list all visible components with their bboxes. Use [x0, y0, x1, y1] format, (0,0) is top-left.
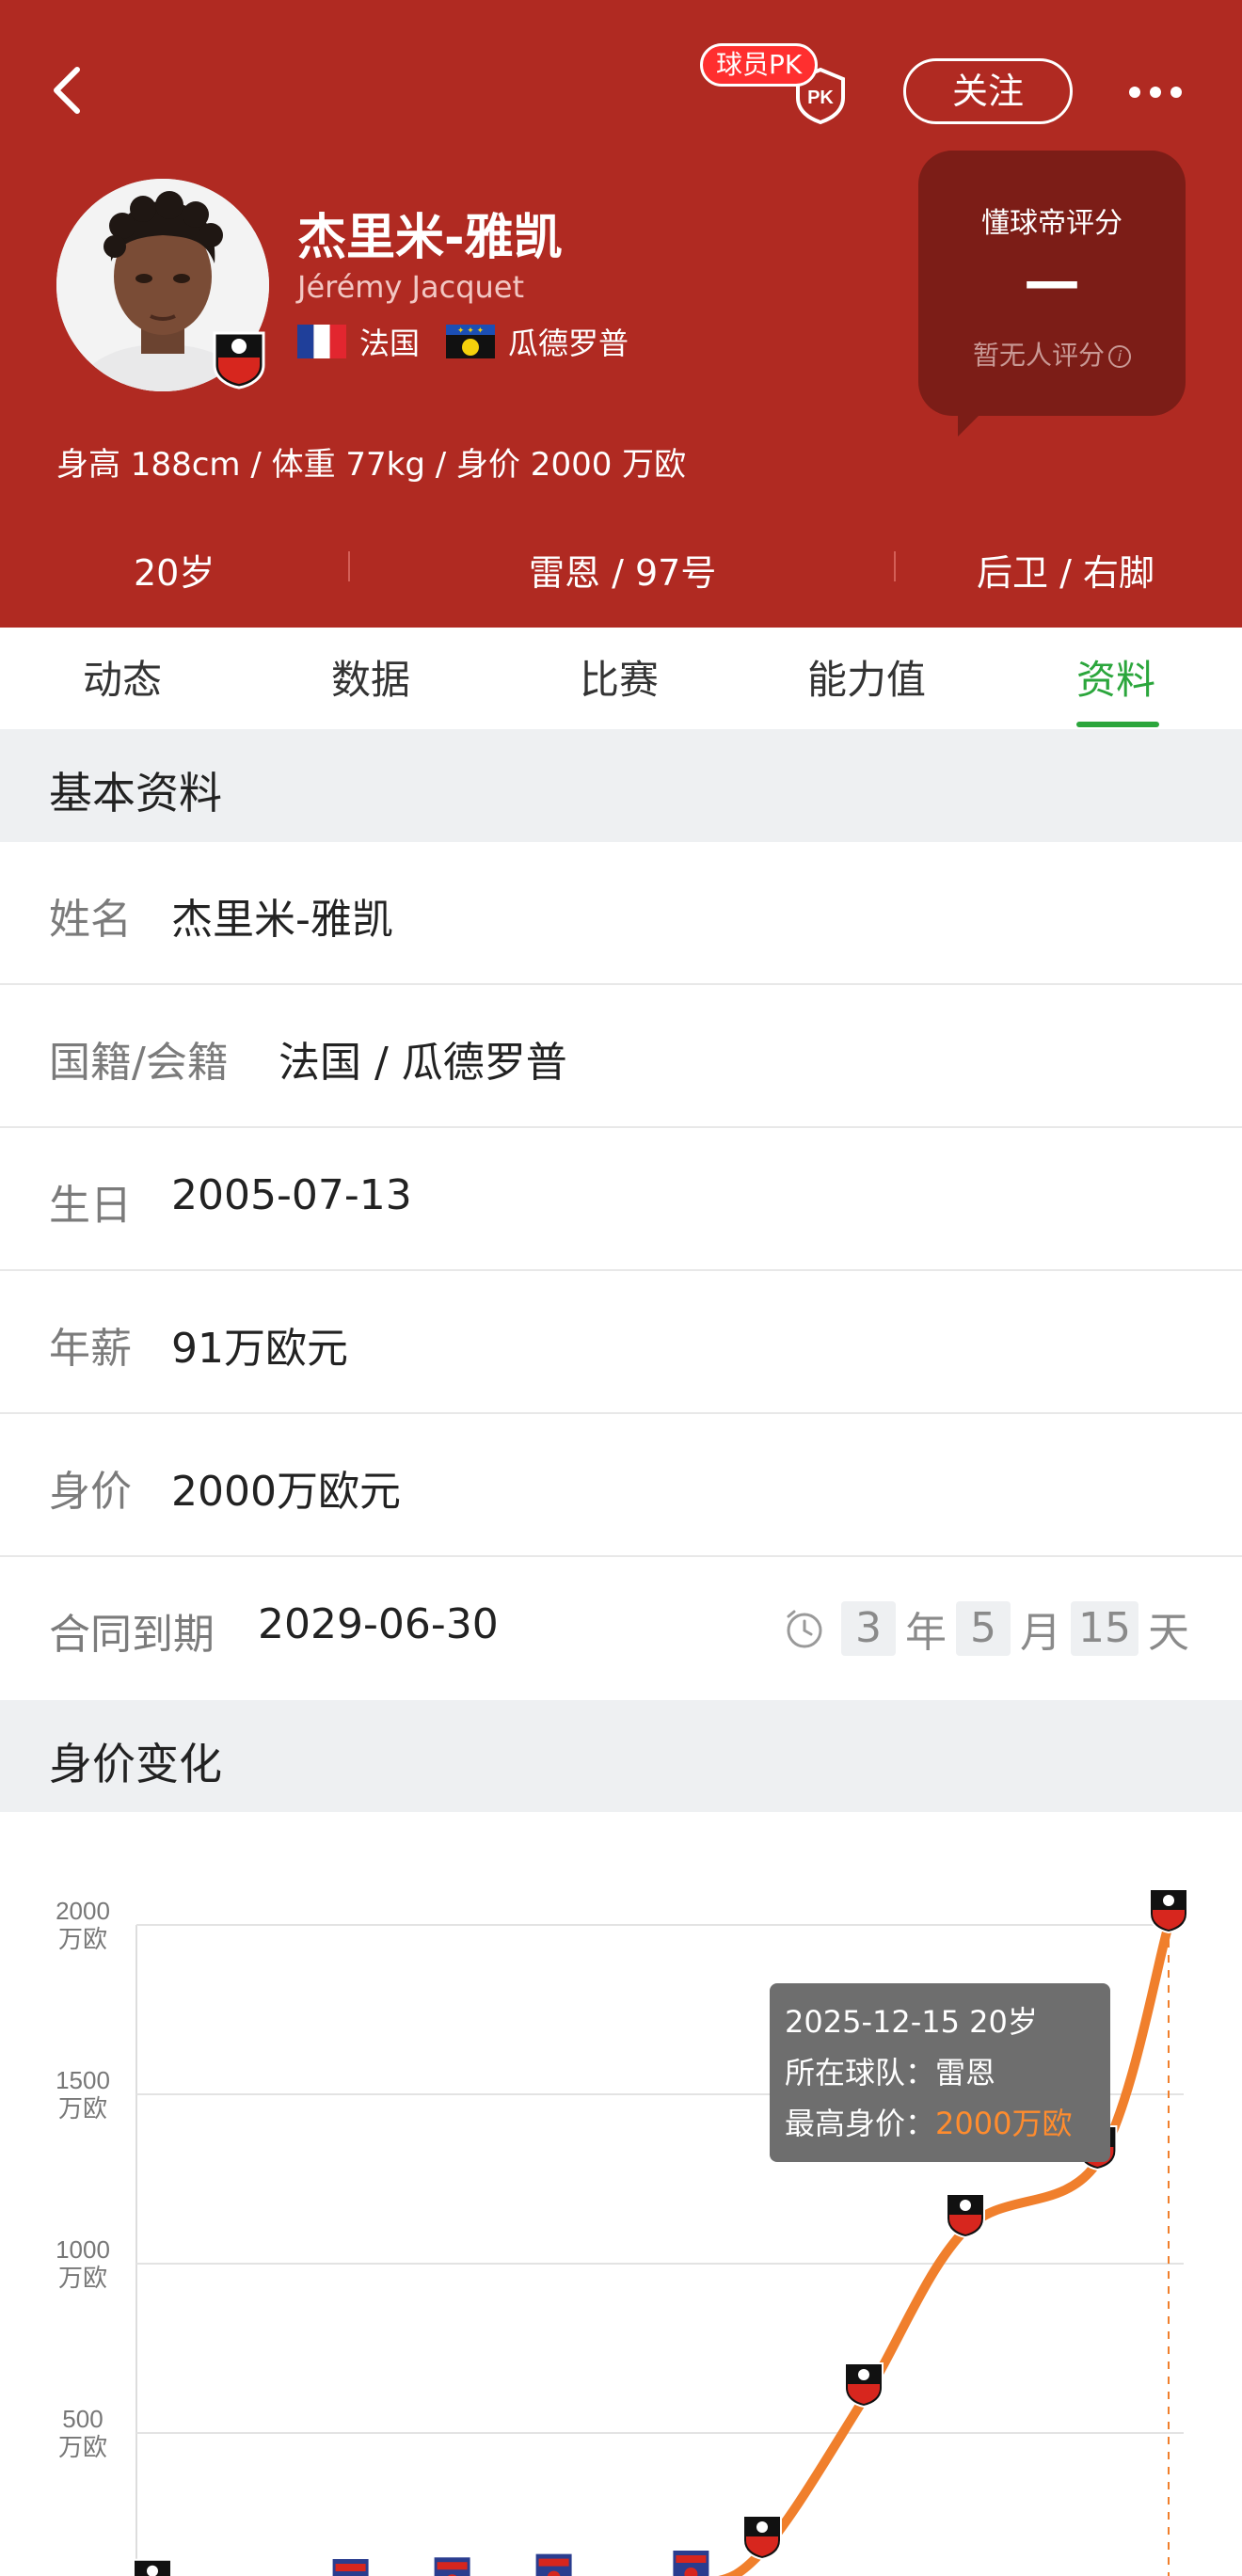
- rennes-badge-point-icon[interactable]: [1149, 1888, 1188, 1934]
- row-label: 姓名: [49, 896, 132, 944]
- info-row-market-value: 身价 2000万欧元: [0, 1414, 1242, 1557]
- tooltip-max-value: 最高身价：2000万欧: [785, 2098, 1095, 2149]
- countdown-days: 15: [1071, 1601, 1138, 1656]
- pk-shield-text: PK: [807, 87, 834, 108]
- y-tick-label: 1500: [56, 2066, 110, 2094]
- row-label: 合同到期: [49, 1611, 215, 1659]
- clermont-badge-point-icon[interactable]: [330, 2557, 371, 2576]
- y-tick-label: 2000: [56, 1897, 110, 1925]
- section-title: 基本资料: [49, 768, 222, 819]
- y-tick-unit: 万欧: [58, 2095, 107, 2123]
- rating-title: 懂球帝评分: [981, 207, 1123, 240]
- row-value: 杰里米-雅凯: [171, 896, 393, 944]
- tab-bar: 动态 数据 比赛 能力值 资料: [0, 628, 1242, 729]
- info-icon: i: [1108, 345, 1131, 368]
- info-row-nationality: 国籍/会籍 法国 / 瓜德罗普: [0, 985, 1242, 1128]
- y-tick-label: 1000: [56, 2235, 110, 2264]
- tab-ability[interactable]: 能力值: [807, 648, 926, 706]
- rennes-badge-point-icon[interactable]: [844, 2362, 884, 2409]
- row-value: 2029-06-30: [258, 1600, 499, 1648]
- tab-matches[interactable]: 比赛: [580, 648, 659, 706]
- tooltip-date-age: 2025-12-15 20岁: [785, 2004, 1038, 2040]
- row-value: 法国 / 瓜德罗普: [279, 1039, 567, 1087]
- tooltip-team: 所在球队：雷恩: [785, 2047, 1095, 2098]
- active-tab-indicator: [1076, 722, 1159, 727]
- countdown-days-unit: 天: [1148, 1609, 1189, 1657]
- player-name-en: Jérémy Jacquet: [297, 269, 525, 305]
- market-value-chart[interactable]: 2000 万欧 1500 万欧 1000 万欧 500 万欧: [0, 1812, 1242, 2576]
- info-row-salary: 年薪 91万欧元: [0, 1271, 1242, 1414]
- info-row-name: 姓名 杰里米-雅凯: [0, 842, 1242, 985]
- clermont-badge-point-icon[interactable]: [533, 2552, 574, 2576]
- rating-card-pointer: [958, 414, 980, 437]
- tab-profile[interactable]: 资料: [1076, 648, 1155, 706]
- basic-info-header: 基本资料: [0, 729, 1242, 842]
- clermont-badge-point-icon[interactable]: [432, 2555, 472, 2576]
- tab-feed[interactable]: 动态: [83, 648, 162, 706]
- rating-value: —: [1024, 248, 1080, 314]
- rating-card[interactable]: 懂球帝评分 — 暂无人评分 i: [918, 151, 1186, 416]
- tooltip-max-value-number: 2000万欧: [935, 2106, 1073, 2141]
- france-flag-icon: [297, 325, 346, 358]
- alarm-clock-icon: [787, 1610, 822, 1648]
- player-pk-button[interactable]: PK 球员PK: [696, 40, 847, 124]
- more-options-icon[interactable]: [1125, 75, 1186, 109]
- body-info: 身高 188cm / 体重 77kg / 身价 2000 万欧: [56, 446, 687, 484]
- back-arrow-icon[interactable]: [43, 56, 100, 122]
- row-label: 国籍/会籍: [49, 1039, 229, 1087]
- tooltip-team-value: 雷恩: [935, 2055, 996, 2091]
- chart-tooltip: 2025-12-15 20岁 所在球队：雷恩 最高身价：2000万欧: [770, 1983, 1110, 2162]
- tab-data[interactable]: 数据: [331, 648, 410, 706]
- tooltip-max-label: 最高身价：: [785, 2106, 936, 2141]
- countdown-months: 5: [956, 1601, 1011, 1656]
- contract-countdown: 3 年 5 月 15 天: [783, 1600, 1189, 1657]
- y-tick-unit: 万欧: [58, 2434, 107, 2462]
- y-tick-label: 500: [62, 2405, 103, 2433]
- row-label: 年薪: [49, 1325, 132, 1373]
- countdown-months-unit: 月: [1020, 1609, 1061, 1657]
- info-row-birthday: 生日 2005-07-13: [0, 1128, 1242, 1271]
- clermont-badge-point-icon[interactable]: [671, 2549, 711, 2576]
- row-label: 身价: [49, 1468, 132, 1516]
- nationality-1: 法国: [359, 326, 421, 361]
- stat-age: 20岁: [134, 552, 215, 594]
- rennes-badge-point-icon[interactable]: [946, 2193, 985, 2239]
- row-value: 2005-07-13: [171, 1171, 412, 1219]
- tooltip-team-label: 所在球队：: [785, 2055, 936, 2091]
- row-value: 91万欧元: [171, 1325, 348, 1373]
- follow-button[interactable]: 关注: [903, 58, 1073, 124]
- rennes-badge-point-icon[interactable]: [133, 2558, 172, 2576]
- countdown-years-unit: 年: [905, 1609, 947, 1657]
- row-value: 2000万欧元: [171, 1468, 401, 1516]
- nationality-2: 瓜德罗普: [508, 326, 629, 361]
- value-change-header: 身价变化: [0, 1700, 1242, 1813]
- svg-text:✦ ✦ ✦: ✦ ✦ ✦: [457, 326, 485, 336]
- section-title: 身价变化: [49, 1739, 222, 1789]
- row-label: 生日: [49, 1182, 132, 1230]
- nationality-row: 法国 ✦ ✦ ✦ 瓜德罗普: [297, 320, 629, 363]
- y-tick-unit: 万欧: [58, 2265, 107, 2293]
- market-value-chart-svg: 2000万欧1500万欧1000万欧500万欧: [56, 1888, 1188, 2576]
- info-row-contract: 合同到期 2029-06-30 3 年 5 月 15 天: [0, 1557, 1242, 1700]
- rennes-badge-point-icon[interactable]: [742, 2515, 782, 2561]
- stat-club-number: 雷恩 / 97号: [529, 552, 717, 594]
- pk-badge-label: 球员PK: [700, 43, 819, 87]
- stat-position-foot: 后卫 / 右脚: [977, 552, 1154, 594]
- rating-note: 暂无人评分 i: [918, 335, 1186, 373]
- rennes-club-badge-icon: [213, 331, 265, 390]
- stat-divider: [348, 551, 350, 581]
- y-tick-unit: 万欧: [58, 1926, 107, 1954]
- countdown-years: 3: [841, 1601, 896, 1656]
- player-name-cn: 杰里米-雅凯: [297, 210, 563, 266]
- player-header: PK 球员PK 关注 杰里米-雅凯 Jérémy Jacquet 法国 ✦ ✦ …: [0, 0, 1242, 628]
- guadeloupe-flag-icon: ✦ ✦ ✦: [446, 325, 496, 358]
- rating-note-text: 暂无人评分: [972, 340, 1105, 371]
- stat-divider: [894, 551, 896, 581]
